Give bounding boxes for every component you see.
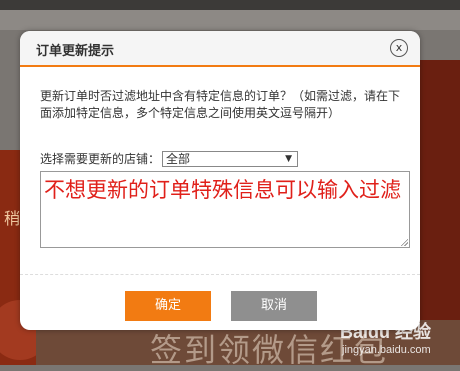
background-text-fragment: 稍 xyxy=(4,209,21,228)
order-update-dialog: 订单更新提示 x 更新订单时否过滤地址中含有特定信息的订单？（如需过滤，请在下面… xyxy=(20,31,420,330)
shop-select-value: 全部 xyxy=(166,151,191,166)
background-band xyxy=(0,10,460,30)
watermark-url: jingyan.baidu.com xyxy=(342,344,431,356)
dialog-header: 订单更新提示 x xyxy=(20,31,420,67)
dropdown-arrow-icon: ▼ xyxy=(285,153,293,164)
dialog-description: 更新订单时否过滤地址中含有特定信息的订单？（如需过滤，请在下面添加特定信息，多个… xyxy=(40,89,401,120)
close-button[interactable]: x xyxy=(390,39,408,57)
filter-info-text: 不想更新的订单特殊信息可以输入过滤 xyxy=(44,178,401,202)
shop-select-row: 选择需要更新的店铺： 全部 ▼ xyxy=(40,150,299,167)
shop-select-label: 选择需要更新的店铺： xyxy=(40,152,161,166)
cancel-button[interactable]: 取消 xyxy=(231,291,317,321)
confirm-button[interactable]: 确定 xyxy=(125,291,211,321)
dialog-title: 订单更新提示 xyxy=(36,44,115,59)
resize-grip-icon[interactable] xyxy=(400,238,408,246)
background-topbar xyxy=(0,0,460,10)
filter-info-textarea[interactable]: 不想更新的订单特殊信息可以输入过滤 xyxy=(40,171,410,248)
shop-select[interactable]: 全部 ▼ xyxy=(162,150,299,167)
footer-divider xyxy=(20,274,420,275)
